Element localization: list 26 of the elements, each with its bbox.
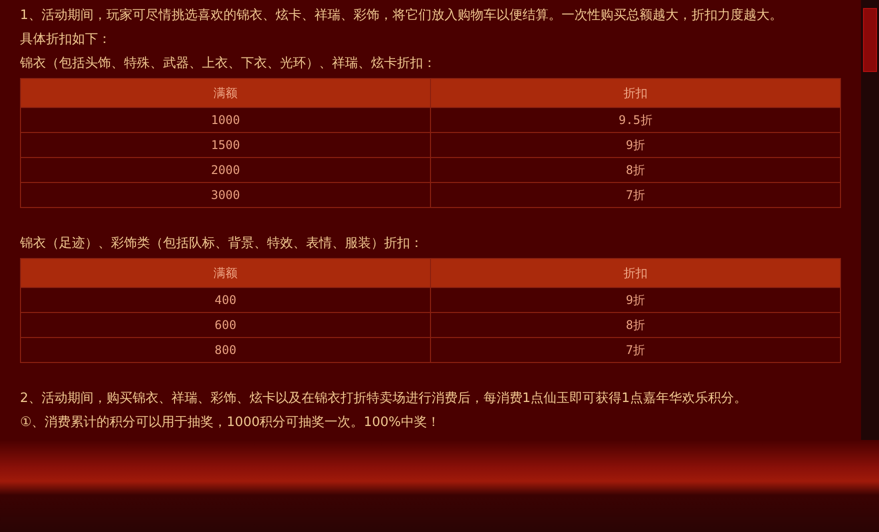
paragraph: ①、消费累计的积分可以用于抽奖，1000积分可抽奖一次。100%中奖！ — [20, 414, 441, 432]
table-cell: 8折 — [430, 158, 840, 182]
paragraph: 2、活动期间，购买锦衣、祥瑞、彩饰、炫卡以及在锦衣打折特卖场进行消费后，每消费1点仙玉即可获得1点嘉年华欢乐积分。 — [20, 390, 748, 408]
table-cell: 400 — [20, 288, 430, 312]
column-header: 折扣 — [430, 78, 840, 108]
table-cell: 3000 — [20, 182, 430, 208]
scrollbar[interactable] — [861, 0, 879, 440]
table-cell: 8折 — [430, 312, 840, 338]
column-header: 满额 — [20, 78, 430, 108]
table-heading: 锦衣（包括头饰、特殊、武器、上衣、下衣、光环）、祥瑞、炫卡折扣： — [20, 55, 437, 73]
table-cell: 800 — [20, 338, 430, 362]
column-header: 折扣 — [430, 258, 840, 288]
column-header: 满额 — [20, 258, 430, 288]
table-heading: 锦衣（足迹）、彩饰类（包括队标、背景、特效、表情、服装）折扣： — [20, 235, 424, 253]
table-cell: 7折 — [430, 182, 840, 208]
paragraph: 1、活动期间，玩家可尽情挑选喜欢的锦衣、炫卡、祥瑞、彩饰，将它们放入购物车以便结算。一次性购买总额越大，折扣力度越大。 — [20, 7, 784, 25]
paragraph: 具体折扣如下： — [20, 31, 112, 49]
table-cell: 1500 — [20, 132, 430, 158]
table-cell: 9折 — [430, 132, 840, 158]
table-cell: 2000 — [20, 158, 430, 182]
table-cell: 7折 — [430, 338, 840, 362]
scrollbar-thumb[interactable] — [863, 8, 877, 72]
table-cell: 9折 — [430, 288, 840, 312]
table-cell: 1000 — [20, 108, 430, 132]
table-cell: 600 — [20, 312, 430, 338]
table-cell: 9.5折 — [430, 108, 840, 132]
